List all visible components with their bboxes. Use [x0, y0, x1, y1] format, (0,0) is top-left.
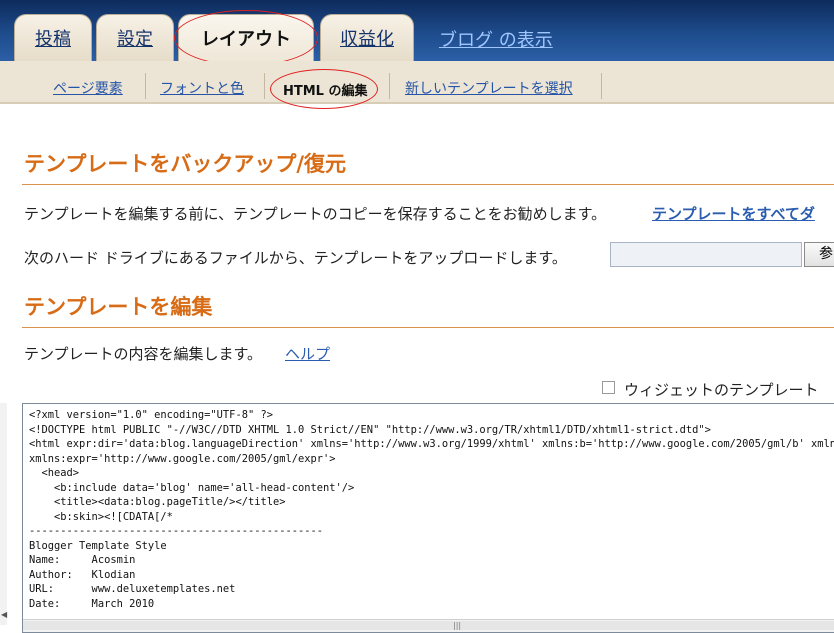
- download-template-link[interactable]: テンプレートをすべてダ: [652, 203, 815, 224]
- subtab-divider: [264, 73, 265, 99]
- browse-button[interactable]: 参: [804, 242, 834, 267]
- scrollbar-grip-icon: |||: [453, 621, 462, 630]
- tab-posting-label: 投稿: [35, 29, 71, 50]
- edit-intro-text: テンプレートの内容を編集します。: [24, 345, 263, 363]
- help-link[interactable]: ヘルプ: [285, 343, 330, 364]
- scrollbar-thumb[interactable]: [23, 621, 834, 630]
- backup-restore-heading: テンプレートをバックアップ/復元: [24, 152, 347, 176]
- tab-settings-label: 設定: [117, 29, 153, 50]
- heading-divider: [22, 327, 834, 328]
- horizontal-scrollbar[interactable]: |||: [23, 619, 834, 632]
- view-blog-link[interactable]: ブログ の表示: [439, 26, 553, 52]
- expand-widget-templates-checkbox[interactable]: [602, 381, 615, 394]
- scroll-left-arrow-icon[interactable]: ◀: [1, 610, 7, 619]
- tab-monetize-label: 収益化: [340, 29, 394, 50]
- subtab-fonts-colors[interactable]: フォントと色: [160, 78, 244, 98]
- top-navigation-bar: 投稿 設定 レイアウト 収益化 ブログ の表示: [0, 0, 834, 61]
- tab-monetize[interactable]: 収益化: [320, 14, 414, 61]
- subtab-new-template[interactable]: 新しいテンプレートを選択: [405, 78, 573, 98]
- tab-posting[interactable]: 投稿: [14, 14, 92, 61]
- subtab-page-elements[interactable]: ページ要素: [53, 78, 123, 98]
- upload-instruction-text: 次のハード ドライブにあるファイルから、テンプレートをアップロードします。: [24, 249, 567, 267]
- subtab-divider: [145, 73, 146, 99]
- backup-advice-text: テンプレートを編集する前に、テンプレートのコピーを保存することをお勧めします。: [24, 205, 607, 223]
- heading-divider: [22, 184, 834, 185]
- tab-settings[interactable]: 設定: [96, 14, 174, 61]
- subtab-divider: [389, 73, 390, 99]
- template-code-text[interactable]: <?xml version="1.0" encoding="UTF-8" ?> …: [29, 408, 834, 611]
- subtab-edit-html[interactable]: HTML の編集: [283, 80, 368, 99]
- template-code-editor[interactable]: <?xml version="1.0" encoding="UTF-8" ?> …: [22, 403, 834, 633]
- edit-template-heading: テンプレートを編集: [24, 295, 213, 319]
- left-scroll-gutter: [0, 403, 7, 625]
- subtab-bar: ページ要素 フォントと色 HTML の編集 新しいテンプレートを選択: [0, 61, 834, 104]
- template-file-input[interactable]: [610, 242, 802, 267]
- tab-layout-label: レイアウト: [201, 29, 291, 50]
- subtab-divider: [601, 73, 602, 99]
- tab-layout[interactable]: レイアウト: [178, 14, 314, 61]
- expand-widget-templates-label: ウィジェットのテンプレート: [624, 381, 819, 399]
